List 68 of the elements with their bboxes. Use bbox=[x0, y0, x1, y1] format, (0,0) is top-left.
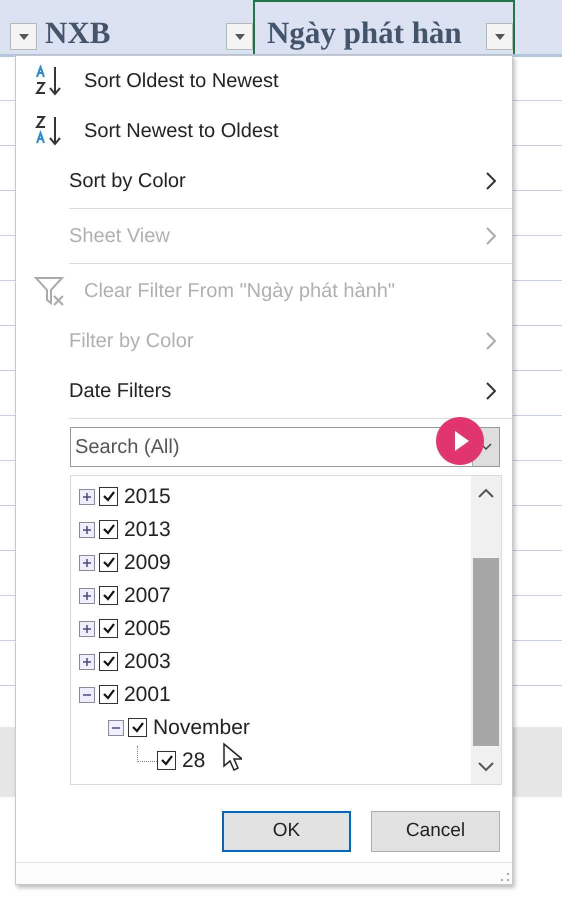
tree-item[interactable]: 2003 bbox=[79, 645, 471, 678]
checkbox[interactable] bbox=[128, 718, 147, 737]
tree-item-label: 2007 bbox=[124, 582, 171, 609]
tree-item-label: 2015 bbox=[124, 484, 171, 510]
checkbox[interactable] bbox=[99, 652, 118, 671]
tree-item[interactable]: 2007 bbox=[79, 579, 471, 612]
checkmark-icon bbox=[102, 590, 114, 601]
expand-icon[interactable] bbox=[79, 620, 95, 636]
tree-item-label: 2005 bbox=[124, 616, 171, 642]
scrollbar-thumb[interactable] bbox=[473, 558, 499, 746]
checkmark-icon bbox=[102, 623, 114, 634]
checkmark-icon bbox=[102, 491, 114, 502]
collapse-icon[interactable] bbox=[108, 720, 124, 736]
dialog-button[interactable]: OK bbox=[222, 811, 351, 852]
checkmark-icon bbox=[102, 689, 114, 700]
checkbox[interactable] bbox=[99, 685, 118, 704]
expand-icon[interactable] bbox=[79, 588, 95, 604]
tree-item-label: 28 bbox=[182, 748, 206, 774]
filter-dropdown-button[interactable] bbox=[226, 23, 253, 50]
caret-icon bbox=[234, 34, 244, 40]
tree-item[interactable]: 2015 bbox=[79, 480, 471, 513]
checkmark-icon bbox=[102, 656, 114, 667]
column-header[interactable]: NXB bbox=[40, 0, 253, 54]
column-title: Ngày phát hàn bbox=[266, 17, 463, 50]
menu-item[interactable]: Date Filters bbox=[16, 366, 512, 416]
collapse-icon[interactable] bbox=[79, 686, 95, 702]
expand-icon[interactable] bbox=[79, 488, 95, 504]
column-title: NXB bbox=[44, 17, 112, 50]
checkbox[interactable] bbox=[157, 751, 176, 770]
checkbox[interactable] bbox=[99, 586, 118, 605]
checkmark-icon bbox=[160, 755, 172, 766]
filter-dropdown-button[interactable] bbox=[10, 23, 37, 50]
caret-icon bbox=[494, 34, 504, 40]
tree-item-label: November bbox=[153, 714, 250, 741]
dialog-button[interactable]: Cancel bbox=[371, 811, 500, 852]
tree-item-label: 2013 bbox=[124, 516, 171, 543]
tree-item-label: 2009 bbox=[124, 550, 171, 576]
menu-item[interactable]: Sort Oldest to Newest bbox=[16, 56, 512, 106]
checkbox[interactable] bbox=[99, 487, 118, 506]
resize-grip-icon[interactable] bbox=[500, 872, 510, 882]
menu-item[interactable]: Sort Newest to Oldest bbox=[16, 106, 512, 156]
menu-item[interactable]: Sort by Color bbox=[16, 156, 512, 206]
checkbox[interactable] bbox=[99, 520, 118, 539]
scrollbar[interactable] bbox=[471, 476, 501, 784]
chevron-down-icon bbox=[480, 443, 492, 451]
expand-icon[interactable] bbox=[79, 654, 95, 670]
caret-icon bbox=[18, 34, 28, 40]
tree-item[interactable]: 2013 bbox=[79, 513, 471, 546]
tree-item[interactable]: 2005 bbox=[79, 612, 471, 645]
tree-item[interactable]: 28 bbox=[79, 744, 471, 777]
mouse-cursor-icon bbox=[222, 742, 242, 772]
tree-item-label: 2001 bbox=[124, 682, 171, 708]
filter-dropdown-button[interactable] bbox=[486, 23, 513, 50]
tree-item[interactable]: 2009 bbox=[79, 546, 471, 579]
expand-icon[interactable] bbox=[79, 554, 95, 570]
clear-filter-icon bbox=[34, 276, 66, 306]
expand-icon[interactable] bbox=[79, 522, 95, 538]
checkbox[interactable] bbox=[99, 619, 118, 638]
tree-item[interactable]: 2001 bbox=[79, 678, 471, 711]
checkmark-icon bbox=[102, 524, 114, 535]
tree-item[interactable]: November bbox=[79, 711, 471, 744]
checkbox[interactable] bbox=[99, 553, 118, 572]
tree-item-label: 2003 bbox=[124, 648, 171, 675]
checkmark-icon bbox=[132, 722, 144, 733]
checkmark-icon bbox=[102, 557, 114, 568]
scroll-down-icon[interactable] bbox=[478, 762, 494, 772]
scroll-up-icon[interactable] bbox=[478, 488, 494, 498]
play-button-overlay[interactable] bbox=[436, 417, 484, 465]
